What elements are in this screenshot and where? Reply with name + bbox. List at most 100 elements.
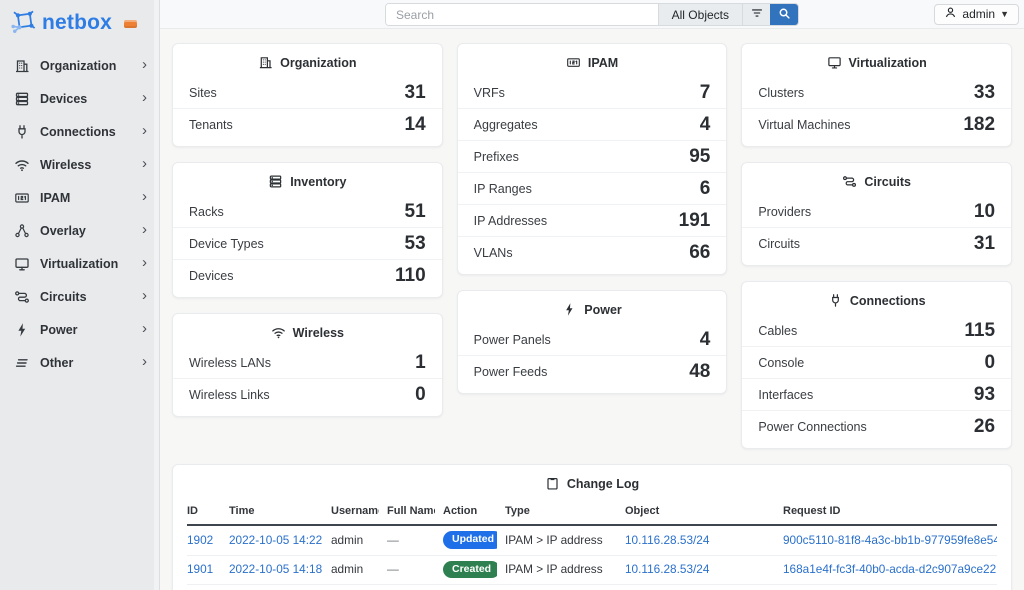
stat-label[interactable]: Cables — [758, 324, 797, 338]
time-link[interactable]: 2022-10-05 14:18 — [229, 562, 322, 576]
stat-label[interactable]: VLANs — [474, 246, 513, 260]
column-header-username: Username — [323, 499, 379, 525]
stat-label[interactable]: Power Panels — [474, 333, 551, 347]
stat-value[interactable]: 182 — [963, 115, 995, 134]
card-inventory: InventoryRacks51Device Types53Devices110 — [172, 162, 443, 298]
counter-icon — [566, 55, 581, 70]
stat-label[interactable]: Prefixes — [474, 150, 519, 164]
sidebar-item-connections[interactable]: Connections› — [0, 115, 159, 148]
stat-value[interactable]: 48 — [689, 362, 710, 381]
sidebar-item-overlay[interactable]: Overlay› — [0, 214, 159, 247]
bolt-icon — [562, 302, 577, 317]
stat-label[interactable]: Wireless LANs — [189, 356, 271, 370]
app: netbox Organization›Devices›Connections›… — [0, 0, 1024, 590]
user-menu-button[interactable]: admin ▼ — [934, 4, 1019, 25]
stat-row: Aggregates 4 — [458, 108, 727, 140]
sidebar-scrollbar[interactable] — [154, 0, 159, 590]
sidebar-pin-toggle-icon[interactable] — [124, 20, 137, 28]
sidebar-item-wireless[interactable]: Wireless› — [0, 148, 159, 181]
stat-row: Providers 10 — [742, 196, 1011, 227]
sidebar-item-devices[interactable]: Devices› — [0, 82, 159, 115]
stat-label[interactable]: Virtual Machines — [758, 118, 850, 132]
chevron-right-icon: › — [142, 321, 147, 336]
chevron-right-icon: › — [142, 123, 147, 138]
stat-value[interactable]: 66 — [689, 243, 710, 262]
stat-label[interactable]: Power Connections — [758, 420, 866, 434]
stat-label[interactable]: Circuits — [758, 237, 800, 251]
stat-label[interactable]: Sites — [189, 86, 217, 100]
stat-row: Devices 110 — [173, 259, 442, 291]
id-link[interactable]: 1902 — [187, 533, 213, 547]
stat-value[interactable]: 33 — [974, 83, 995, 102]
stat-value[interactable]: 93 — [974, 385, 995, 404]
stat-label[interactable]: Devices — [189, 269, 233, 283]
sidebar-item-organization[interactable]: Organization› — [0, 49, 159, 82]
card-title: Circuits — [742, 163, 1011, 196]
sidebar-item-virtualization[interactable]: Virtualization› — [0, 247, 159, 280]
stat-label[interactable]: IP Addresses — [474, 214, 547, 228]
stat-value[interactable]: 191 — [679, 211, 711, 230]
stat-value[interactable]: 110 — [395, 266, 426, 285]
stat-label[interactable]: Power Feeds — [474, 365, 548, 379]
stat-value[interactable]: 10 — [974, 202, 995, 221]
sidebar-item-other[interactable]: Other› — [0, 346, 159, 379]
building-icon — [258, 55, 273, 70]
sidebar-item-label: Circuits — [40, 290, 142, 304]
stat-value[interactable]: 7 — [700, 83, 711, 102]
sidebar-item-label: Connections — [40, 125, 142, 139]
request-id-link[interactable]: 900c5110-81f8-4a3c-bb1b-977959fe8e54 — [783, 533, 997, 547]
sidebar-item-label: Power — [40, 323, 142, 337]
netbox-wordmark[interactable]: netbox — [42, 11, 112, 35]
stat-label[interactable]: Clusters — [758, 86, 804, 100]
stat-label[interactable]: VRFs — [474, 86, 505, 100]
stat-value[interactable]: 26 — [974, 417, 995, 436]
search-input[interactable] — [386, 4, 658, 25]
stat-value[interactable]: 115 — [964, 321, 995, 340]
stat-value[interactable]: 53 — [405, 234, 426, 253]
chevron-right-icon: › — [142, 255, 147, 270]
wifi-icon — [14, 157, 30, 173]
object-link[interactable]: 10.116.28.53/24 — [625, 562, 709, 576]
dashboard-column: IPAMVRFs7Aggregates4Prefixes95IP Ranges6… — [457, 43, 728, 394]
card-title: Connections — [742, 282, 1011, 315]
server-icon — [14, 91, 30, 107]
object-link[interactable]: 10.116.28.53/24 — [625, 533, 709, 547]
stat-value[interactable]: 14 — [405, 115, 426, 134]
sidebar-item-ipam[interactable]: IPAM› — [0, 181, 159, 214]
id-link[interactable]: 1901 — [187, 562, 213, 576]
topbar: All Objects — [160, 0, 1024, 29]
stat-label[interactable]: Interfaces — [758, 388, 813, 402]
stat-value[interactable]: 0 — [984, 353, 995, 372]
stat-label[interactable]: Console — [758, 356, 804, 370]
sidebar-item-label: Wireless — [40, 158, 142, 172]
stat-value[interactable]: 51 — [405, 202, 426, 221]
stat-value[interactable]: 6 — [700, 179, 711, 198]
sidebar-item-power[interactable]: Power› — [0, 313, 159, 346]
sidebar-item-circuits[interactable]: Circuits› — [0, 280, 159, 313]
stat-label[interactable]: Racks — [189, 205, 224, 219]
search-button[interactable] — [770, 4, 798, 25]
column-header-time: Time — [221, 499, 323, 525]
stat-value[interactable]: 95 — [689, 147, 710, 166]
stat-value[interactable]: 4 — [700, 115, 711, 134]
stat-value[interactable]: 31 — [974, 234, 995, 253]
stat-label[interactable]: Device Types — [189, 237, 264, 251]
stat-value[interactable]: 1 — [415, 353, 426, 372]
dashboard-content: OrganizationSites31Tenants14InventoryRac… — [160, 29, 1024, 590]
stat-value[interactable]: 0 — [415, 385, 426, 404]
card-organization: OrganizationSites31Tenants14 — [172, 43, 443, 147]
filter-button[interactable] — [742, 4, 770, 25]
transit-icon — [842, 174, 857, 189]
stat-value[interactable]: 31 — [405, 83, 426, 102]
request-id-link[interactable]: 168a1e4f-fc3f-40b0-acda-d2c907a9ce22 — [783, 562, 996, 576]
stat-label[interactable]: Tenants — [189, 118, 233, 132]
object-type-select[interactable]: All Objects — [658, 4, 742, 25]
stat-label[interactable]: Aggregates — [474, 118, 538, 132]
stat-label[interactable]: Providers — [758, 205, 811, 219]
stat-label[interactable]: Wireless Links — [189, 388, 270, 402]
sidebar-item-label: Overlay — [40, 224, 142, 238]
graph-icon — [14, 223, 30, 239]
stat-value[interactable]: 4 — [700, 330, 711, 349]
stat-label[interactable]: IP Ranges — [474, 182, 532, 196]
time-link[interactable]: 2022-10-05 14:22 — [229, 533, 322, 547]
